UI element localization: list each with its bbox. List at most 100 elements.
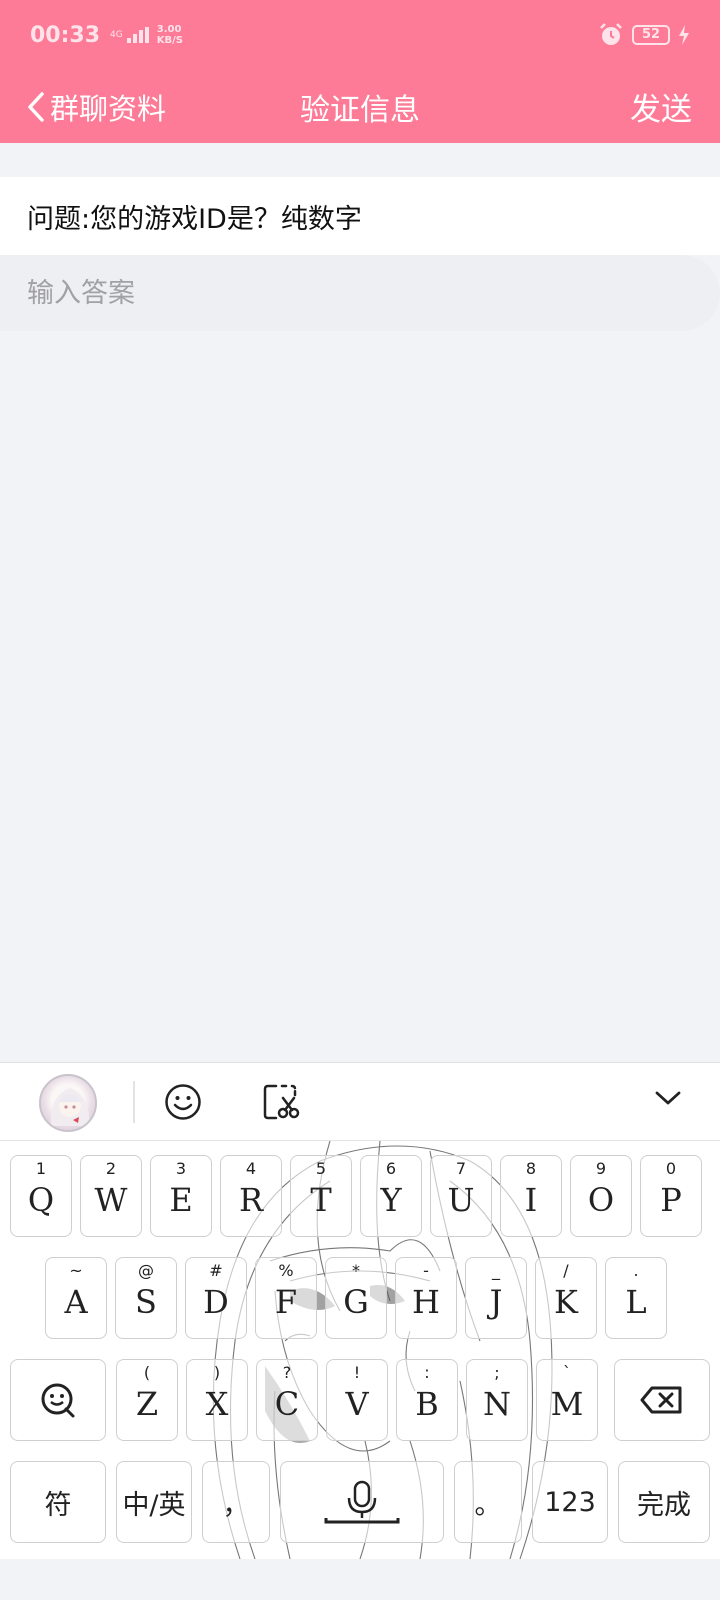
key-label: W (94, 1181, 128, 1219)
key-label: J (489, 1283, 503, 1321)
key-hint: @ (138, 1261, 154, 1280)
chevron-left-icon (28, 91, 44, 122)
key-hint: / (563, 1261, 569, 1280)
network-speed-value: 3.00 (156, 24, 182, 35)
key-g[interactable]: * G (325, 1257, 387, 1339)
microphone-icon (324, 1480, 400, 1524)
comma-key[interactable]: ， (202, 1461, 270, 1543)
signal-icon (126, 27, 149, 43)
key-label: T (310, 1181, 332, 1219)
key-o[interactable]: 9O (570, 1155, 632, 1237)
key-label: 。 (474, 1489, 502, 1521)
key-hint: ( (143, 1363, 151, 1382)
key-label: G (343, 1283, 369, 1321)
key-label: 123 (544, 1486, 596, 1518)
key-y[interactable]: 6Y (360, 1155, 422, 1237)
key-hint: * (352, 1261, 360, 1280)
key-label: S (135, 1283, 157, 1321)
key-hint: ~ (69, 1261, 83, 1280)
avatar-icon (50, 1088, 90, 1126)
symbols-key[interactable]: 符 (10, 1461, 106, 1543)
key-label: A (64, 1283, 88, 1321)
key-label: I (524, 1181, 538, 1219)
key-j[interactable]: _ J (465, 1257, 527, 1339)
network-indicator: 4G (110, 27, 149, 43)
key-label: N (483, 1385, 511, 1423)
key-d[interactable]: # D (185, 1257, 247, 1339)
key-u[interactable]: 7U (430, 1155, 492, 1237)
key-b[interactable]: :B (396, 1359, 458, 1441)
key-label: U (447, 1181, 475, 1219)
key-label: R (238, 1181, 264, 1219)
key-c[interactable]: ? C (256, 1359, 318, 1441)
key-label: P (660, 1181, 682, 1219)
network-type: 4G (110, 30, 123, 40)
key-hint: % (278, 1261, 294, 1280)
key-label: 完成 (637, 1489, 691, 1521)
bottom-area (0, 1559, 720, 1600)
key-label: M (550, 1385, 584, 1423)
key-q[interactable]: 1Q (10, 1155, 72, 1237)
key-hint: 3 (175, 1159, 187, 1178)
key-hint: ; (494, 1363, 500, 1382)
key-hint: 4 (245, 1159, 257, 1178)
keyboard-toolbar (0, 1062, 720, 1141)
key-hint: 2 (105, 1159, 117, 1178)
key-s[interactable]: @ S (115, 1257, 177, 1339)
done-key[interactable]: 完成 (618, 1461, 710, 1543)
key-label: E (169, 1181, 193, 1219)
backspace-key[interactable] (614, 1359, 710, 1441)
key-hint: 0 (665, 1159, 677, 1178)
key-i[interactable]: 8I (500, 1155, 562, 1237)
key-hint: 7 (455, 1159, 467, 1178)
key-a[interactable]: ~ A (45, 1257, 107, 1339)
space-voice-key[interactable] (280, 1461, 444, 1543)
key-label: 符 (44, 1489, 72, 1521)
key-w[interactable]: 2W (80, 1155, 142, 1237)
key-x[interactable]: ) X (186, 1359, 248, 1441)
key-e[interactable]: 3E (150, 1155, 212, 1237)
key-p[interactable]: 0P (640, 1155, 702, 1237)
nav-bar: 群聊资料 验证信息 发送 (0, 70, 720, 143)
key-n[interactable]: ; N (466, 1359, 528, 1441)
key-label: F (274, 1283, 298, 1321)
period-key[interactable]: 。 (454, 1461, 522, 1543)
send-button[interactable]: 发送 (630, 84, 720, 129)
key-k[interactable]: / K (535, 1257, 597, 1339)
key-h[interactable]: -H (395, 1257, 457, 1339)
key-hint: - (423, 1261, 429, 1280)
language-switch-key[interactable]: 中/英 (116, 1461, 192, 1543)
key-m[interactable]: ` M (536, 1359, 598, 1441)
back-label: 群聊资料 (50, 91, 167, 126)
keyboard: 1 Q 2 W 3 E 4 R 5 T 6 Y 7 U 8 I 9 O 0 P ~ A @ S # D% F * G - H _ J / K. L(Z… (0, 1141, 720, 1559)
key-f[interactable]: % F (255, 1257, 317, 1339)
key-label: L (625, 1283, 647, 1321)
key-hint: ` (563, 1363, 571, 1382)
key-label: H (412, 1283, 440, 1321)
key-r[interactable]: 4R (220, 1155, 282, 1237)
key-z[interactable]: (Z (116, 1359, 178, 1441)
clipboard-icon[interactable] (262, 1083, 302, 1121)
answer-input[interactable] (0, 255, 720, 331)
keyboard-skin-avatar[interactable] (39, 1074, 97, 1132)
key-t[interactable]: 5T (290, 1155, 352, 1237)
emoji-icon[interactable] (164, 1083, 202, 1121)
status-bar: 00:33 4G 3.00 KB/S 52 (0, 0, 720, 70)
status-time: 00:33 (30, 22, 101, 48)
key-l[interactable]: .L (605, 1257, 667, 1339)
network-speed: 3.00 KB/S (157, 24, 183, 46)
battery-icon: 52 (632, 25, 670, 45)
key-hint: ? (282, 1363, 292, 1382)
alarm-icon (600, 23, 622, 45)
back-button[interactable]: 群聊资料 (0, 86, 166, 128)
question-row: 问题:您的游戏ID是？纯数字 (0, 177, 720, 255)
key-hint: ) (213, 1363, 221, 1382)
chevron-down-icon[interactable] (654, 1089, 682, 1107)
key-label: K (554, 1283, 578, 1321)
charging-icon (679, 25, 689, 45)
key-v[interactable]: ! V (326, 1359, 388, 1441)
numbers-key[interactable]: 123 (532, 1461, 608, 1543)
key-label: ， (222, 1489, 250, 1521)
search-key[interactable] (10, 1359, 106, 1441)
network-speed-unit: KB/S (156, 35, 183, 46)
